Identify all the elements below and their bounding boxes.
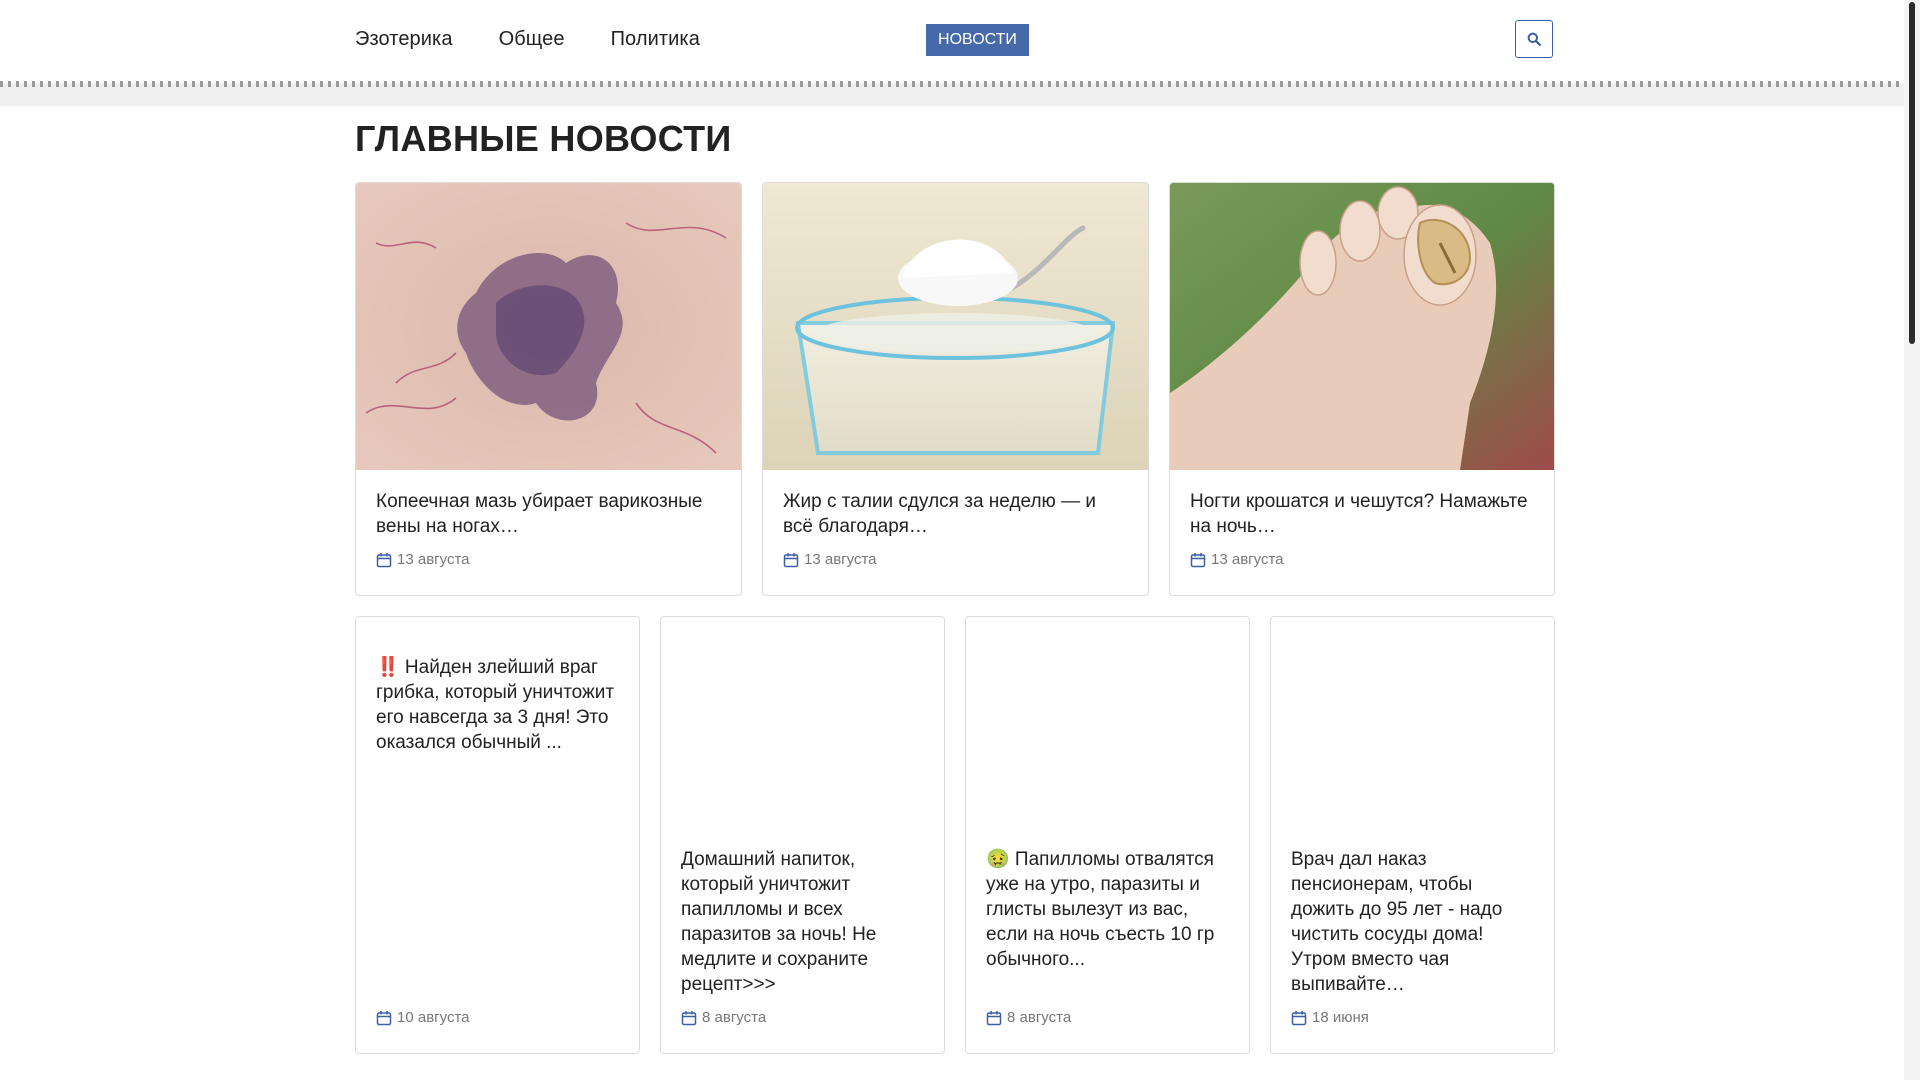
card-date: 13 августа (376, 551, 470, 568)
date-text: 13 августа (1211, 551, 1284, 568)
featured-card[interactable]: Копеечная мазь убирает варикозные вены н… (355, 182, 742, 596)
scrollbar[interactable] (1904, 0, 1920, 1080)
calendar-icon (1190, 552, 1206, 567)
calendar-icon (986, 1010, 1002, 1025)
date-text: 13 августа (397, 551, 470, 568)
card-date: 8 августа (986, 1009, 1071, 1026)
card-date: 13 августа (1190, 551, 1284, 568)
news-card[interactable]: Домашний напиток, который уничтожит папи… (660, 616, 945, 1054)
card-date: 10 августа (376, 1009, 470, 1026)
news-card[interactable]: Врач дал наказ пенсионерам, чтобы дожить… (1270, 616, 1555, 1054)
date-text: 8 августа (1007, 1009, 1072, 1026)
news-button[interactable]: НОВОСТИ (926, 24, 1029, 56)
card-title[interactable]: Ногти крошатся и чешутся? Намажьте на но… (1190, 489, 1535, 539)
search-icon (1527, 32, 1541, 46)
date-text: 13 августа (804, 551, 877, 568)
date-text: 18 июня (1312, 1009, 1369, 1026)
date-text: 10 августа (397, 1009, 470, 1026)
header-dotted-divider (0, 81, 1904, 87)
glass-with-spoon-photo[interactable] (763, 183, 1148, 470)
card-title[interactable]: Врач дал наказ пенсионерам, чтобы дожить… (1291, 847, 1536, 997)
section-heading: ГЛАВНЫЕ НОВОСТИ (355, 118, 732, 159)
card-title[interactable]: Жир с талии сдулся за неделю — и всё бла… (783, 489, 1128, 539)
toenail-photo[interactable] (1170, 183, 1554, 470)
card-date: 18 июня (1291, 1009, 1369, 1026)
card-date: 13 августа (783, 551, 877, 568)
featured-card[interactable]: Ногти крошатся и чешутся? Намажьте на но… (1169, 182, 1555, 596)
news-card[interactable]: 🤢 Папилломы отвалятся уже на утро, параз… (965, 616, 1250, 1054)
featured-card[interactable]: Жир с талии сдулся за неделю — и всё бла… (762, 182, 1149, 596)
calendar-icon (1291, 1010, 1307, 1025)
search-button[interactable] (1515, 20, 1553, 58)
nav-item-general[interactable]: Общее (499, 28, 565, 51)
news-card[interactable]: ‼️ Найден злейший враг грибка, который у… (355, 616, 640, 1054)
card-title[interactable]: Копеечная мазь убирает варикозные вены н… (376, 489, 721, 539)
calendar-icon (376, 1010, 392, 1025)
card-title[interactable]: 🤢 Папилломы отвалятся уже на утро, параз… (986, 847, 1231, 972)
card-title[interactable]: Домашний напиток, который уничтожит папи… (681, 847, 926, 997)
nav-item-esoterics[interactable]: Эзотерика (355, 28, 453, 51)
card-date: 8 августа (681, 1009, 766, 1026)
calendar-icon (681, 1010, 697, 1025)
nav-item-politics[interactable]: Политика (611, 28, 700, 51)
scrollbar-thumb[interactable] (1909, 2, 1915, 344)
varicose-veins-photo[interactable] (356, 183, 741, 470)
date-text: 8 августа (702, 1009, 767, 1026)
main-nav: Эзотерика Общее Политика (355, 28, 700, 51)
calendar-icon (783, 552, 799, 567)
calendar-icon (376, 552, 392, 567)
card-title[interactable]: ‼️ Найден злейший враг грибка, который у… (376, 655, 621, 755)
